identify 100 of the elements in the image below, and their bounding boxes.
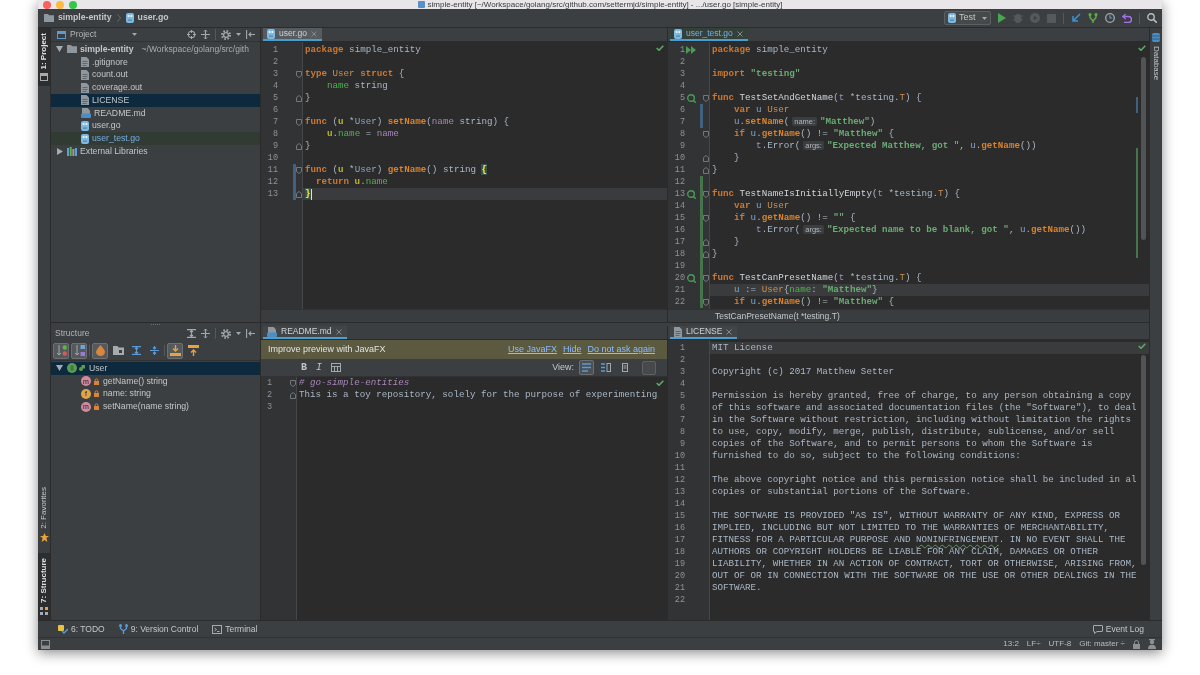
close-icon[interactable] xyxy=(335,328,342,335)
line-number: 10 xyxy=(674,450,685,462)
editor-tab[interactable]: LICENSE xyxy=(670,326,738,339)
toolbar-button[interactable] xyxy=(92,342,108,359)
tree-item[interactable]: User xyxy=(51,362,260,375)
view-mode-button[interactable] xyxy=(598,360,613,375)
expand-all-icon[interactable] xyxy=(187,329,196,338)
editor-tab[interactable]: user_test.go xyxy=(670,28,748,41)
undo-icon[interactable] xyxy=(1122,13,1132,23)
editor-tab[interactable]: README.md xyxy=(263,326,347,339)
file-encoding[interactable]: UTF-8 xyxy=(1048,638,1072,650)
toolbar-button[interactable] xyxy=(167,342,183,359)
collapsed-arrow-icon[interactable] xyxy=(56,147,63,155)
view-mode-button[interactable] xyxy=(579,360,594,375)
collapse-all-icon[interactable] xyxy=(201,329,210,338)
inspector-icon[interactable] xyxy=(1148,639,1156,649)
tool-window-button[interactable]: Terminal xyxy=(209,622,261,636)
close-icon[interactable] xyxy=(726,328,733,335)
line-number: 9 xyxy=(679,438,685,450)
scrollbar-thumb[interactable] xyxy=(1141,355,1146,565)
close-icon[interactable] xyxy=(736,30,743,37)
toolbar-button[interactable] xyxy=(185,342,201,359)
fork-icon[interactable] xyxy=(1088,13,1098,23)
italic-button[interactable]: I xyxy=(316,362,323,373)
run-configuration-dropdown[interactable]: Test xyxy=(944,11,991,25)
code-line: } xyxy=(305,140,311,152)
tree-item[interactable]: coverage.out xyxy=(51,81,260,94)
code-line: AUTHORS OR COPYRIGHT HOLDERS BE LIABLE FOR ANY CLAIM, DAMAGES OR OTHER xyxy=(712,546,1098,558)
code-line: THE SOFTWARE IS PROVIDED "AS IS", WITHOUT WARRANTY OF ANY KIND, EXPRESS OR xyxy=(712,510,1120,522)
tree-item[interactable]: .gitignore xyxy=(51,55,260,69)
run-all-icon[interactable] xyxy=(686,46,696,54)
tree-item[interactable]: simple-entity ~/Workspace/golang/src/gith xyxy=(51,43,260,56)
search-icon[interactable] xyxy=(1147,13,1157,23)
line-number: 1 xyxy=(272,44,278,56)
lock-icon[interactable] xyxy=(1133,639,1140,649)
caret-position[interactable]: 13:2 xyxy=(1003,638,1019,650)
notification-link[interactable]: Use JavaFX xyxy=(507,342,557,357)
code-line: func (u *User) getName() string { xyxy=(305,164,487,176)
tool-window-button[interactable]: Database xyxy=(1150,28,1162,86)
notification-link[interactable]: Do not ask again xyxy=(587,342,655,357)
panel-toggle-icon[interactable] xyxy=(41,639,50,649)
tree-item[interactable]: README.md xyxy=(51,106,260,120)
database-icon xyxy=(1152,33,1160,42)
scrollbar-thumb[interactable] xyxy=(1141,57,1146,240)
folder-icon xyxy=(112,346,124,355)
fold-icon xyxy=(290,379,296,387)
vcs-branch[interactable]: Git: master ÷ xyxy=(1079,638,1125,650)
line-separator[interactable]: LF÷ xyxy=(1026,638,1041,650)
table-icon[interactable] xyxy=(331,363,342,372)
hide-panel-icon[interactable] xyxy=(246,30,255,39)
tool-window-button[interactable]: 9: Version Control xyxy=(115,622,202,636)
line-number: 18 xyxy=(674,248,685,260)
fold-end-icon xyxy=(296,190,302,198)
tree-item[interactable]: user_test.go xyxy=(51,132,260,145)
tool-window-button[interactable]: 6: TODO xyxy=(55,622,108,636)
tool-window-button[interactable]: 7: Structure xyxy=(38,553,50,620)
tool-window-button[interactable]: 1: Project xyxy=(38,28,50,87)
breadcrumb[interactable]: user.go xyxy=(125,11,169,25)
line-number: 8 xyxy=(679,426,685,438)
notification-link[interactable]: Hide xyxy=(562,342,582,357)
expand-icon[interactable] xyxy=(201,30,210,39)
tree-item[interactable]: user.go xyxy=(51,119,260,133)
code-line: This is a toy repository, solely for the purpose of experimenting xyxy=(299,389,658,401)
crosshair-icon[interactable] xyxy=(187,30,196,39)
toolbar-button[interactable] xyxy=(53,342,69,359)
tree-item[interactable]: External Libraries xyxy=(51,145,260,158)
expanded-arrow-icon[interactable] xyxy=(56,365,63,372)
event-log-button[interactable]: Event Log xyxy=(1092,622,1144,636)
line-number: 6 xyxy=(679,402,685,414)
diagonal-arrow-icon[interactable] xyxy=(1071,13,1081,23)
run-test-icon[interactable] xyxy=(686,273,696,283)
gear-icon[interactable] xyxy=(221,29,231,40)
gear-icon[interactable] xyxy=(221,328,231,339)
collapse-all-icon xyxy=(149,346,159,355)
go-file-icon xyxy=(674,28,682,39)
tool-window-button[interactable]: 2: Favorites xyxy=(38,482,50,548)
fold-icon xyxy=(703,298,709,306)
line-number: 5 xyxy=(679,390,685,402)
tree-item[interactable]: LICENSE xyxy=(51,94,260,107)
breadcrumb[interactable]: simple-entity xyxy=(44,11,112,25)
window-close-icon[interactable] xyxy=(43,0,51,9)
fold-icon xyxy=(703,190,709,198)
line-number: 7 xyxy=(679,414,685,426)
code-line: } xyxy=(733,152,740,164)
line-number: 14 xyxy=(674,200,685,212)
toolbar-button[interactable] xyxy=(71,342,87,359)
close-icon[interactable] xyxy=(310,30,317,37)
run-test-icon[interactable] xyxy=(686,189,696,199)
editor-tab[interactable]: user.go xyxy=(263,28,322,41)
breadcrumb[interactable]: TestCanPresetName(t *testing.T) xyxy=(715,309,840,323)
expanded-arrow-icon[interactable] xyxy=(56,46,63,53)
hide-panel-icon[interactable] xyxy=(246,329,255,338)
view-dropdown[interactable]: Project xyxy=(57,28,137,41)
bold-button[interactable]: B xyxy=(301,362,307,373)
tree-item[interactable]: count.out xyxy=(51,68,260,82)
expand-all-icon xyxy=(131,346,141,355)
run-test-icon[interactable] xyxy=(686,93,696,103)
clock-icon[interactable] xyxy=(1105,13,1115,23)
line-number: 6 xyxy=(679,104,685,116)
run-icon[interactable] xyxy=(998,13,1006,23)
